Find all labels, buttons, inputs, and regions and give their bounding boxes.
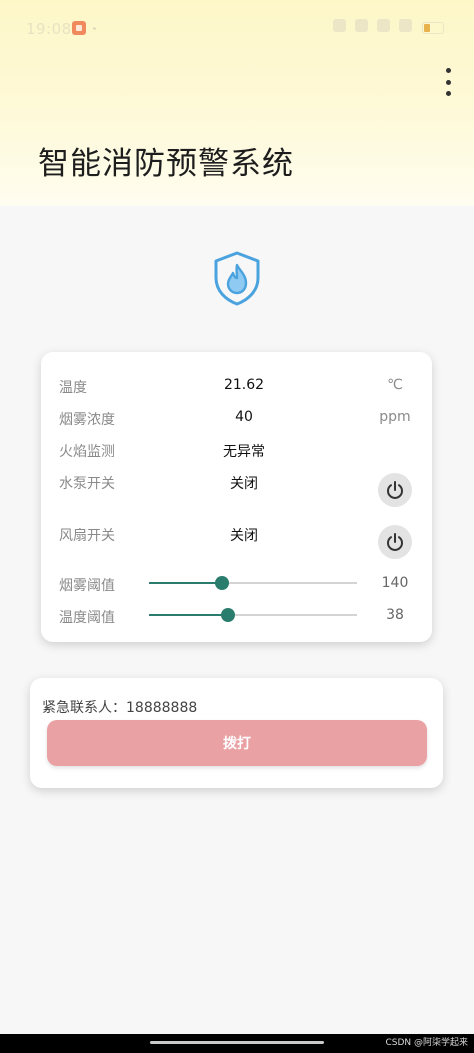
fan-switch-label: 风扇开关 <box>59 528 115 544</box>
slider-thumb[interactable] <box>221 608 236 622</box>
power-icon <box>387 533 403 551</box>
temperature-value: 21.62 <box>223 377 265 393</box>
smoke-threshold-value: 140 <box>381 575 409 591</box>
pump-power-button[interactable] <box>378 473 412 507</box>
smoke-value: 40 <box>235 409 253 425</box>
smoke-threshold-label: 烟雾阈值 <box>59 578 115 594</box>
watermark: CSDN @阿柒学起来 <box>385 1038 468 1048</box>
contact-card: 紧急联系人：18888888 拨打 <box>30 678 443 788</box>
app-header: 19:08 智能消防预警系统 <box>0 0 474 206</box>
battery-icon <box>422 22 444 34</box>
wifi-icon <box>377 19 390 32</box>
power-icon <box>387 481 403 499</box>
smoke-unit: ppm <box>379 409 411 425</box>
notification-dot-icon <box>93 27 96 30</box>
temperature-threshold-label: 温度阈值 <box>59 610 115 626</box>
temperature-unit: ℃ <box>387 377 403 393</box>
more-vert-icon[interactable] <box>438 68 458 96</box>
emergency-contact-text: 紧急联系人：18888888 <box>42 700 198 716</box>
monitor-card: 温度 21.62 ℃ 烟雾浓度 40 ppm 火焰监测 无异常 水泵开关 关闭 … <box>41 352 432 642</box>
flame-label: 火焰监测 <box>59 444 115 460</box>
status-bar: 19:08 <box>0 0 474 58</box>
smoke-label: 烟雾浓度 <box>59 412 115 428</box>
call-button[interactable]: 拨打 <box>47 720 427 766</box>
signal-icon <box>399 19 412 32</box>
alarm-icon <box>333 19 346 32</box>
page-title: 智能消防预警系统 <box>38 146 294 182</box>
temperature-label: 温度 <box>59 380 87 396</box>
fan-power-button[interactable] <box>378 525 412 559</box>
pump-switch-state: 关闭 <box>230 476 258 492</box>
smoke-threshold-slider[interactable] <box>149 576 357 590</box>
temperature-threshold-slider[interactable] <box>149 608 357 622</box>
flame-value: 无异常 <box>223 444 265 460</box>
slider-thumb[interactable] <box>214 576 229 590</box>
home-indicator[interactable] <box>150 1041 324 1044</box>
status-time: 19:08 <box>26 20 72 38</box>
fan-switch-state: 关闭 <box>230 528 258 544</box>
status-icons <box>333 19 412 32</box>
app-notification-icon <box>72 21 86 35</box>
bluetooth-icon <box>355 19 368 32</box>
temperature-threshold-value: 38 <box>386 607 404 623</box>
fire-shield-icon <box>214 251 260 306</box>
pump-switch-label: 水泵开关 <box>59 476 115 492</box>
